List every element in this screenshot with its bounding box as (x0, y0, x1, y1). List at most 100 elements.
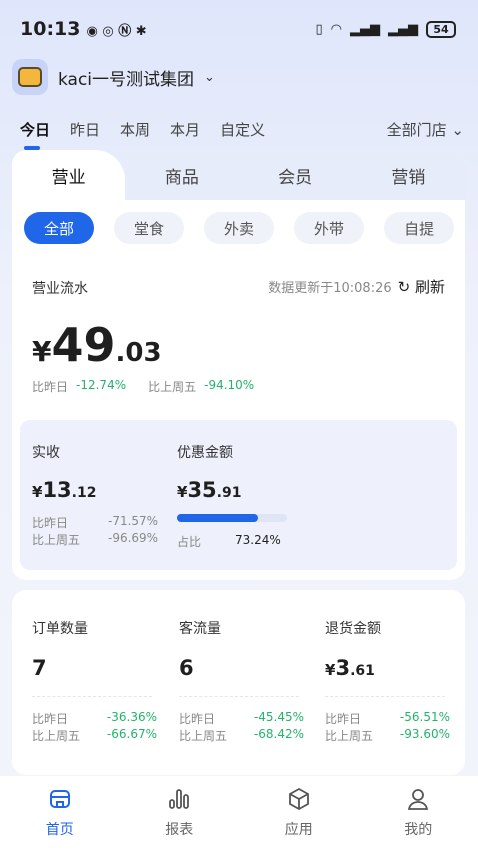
cmp-label: 比昨日 (32, 712, 69, 726)
received-discount-panel: 实收 ¥13.12 比昨日 -71.57% 比上周五 -96.69% 优惠金额 … (20, 420, 457, 570)
tab-products[interactable]: 商品 (125, 150, 238, 200)
tab-marketing[interactable]: 营销 (352, 150, 465, 200)
nav-profile[interactable]: 我的 (359, 776, 478, 850)
update-time: 数据更新于10:08:26 (268, 281, 392, 296)
battery-indicator: 54 (426, 20, 456, 38)
status-time: 10:13 (20, 18, 81, 40)
stat-row-yesterday: 比昨日 -56.51% (325, 710, 450, 727)
discount-amount: ¥35.91 (177, 478, 241, 502)
divider (325, 696, 445, 697)
period-custom[interactable]: 自定义 (220, 119, 265, 140)
vibrate-icon: ▯ (315, 21, 323, 37)
chevron-down-icon: ⌄ (451, 120, 464, 139)
store-home-icon (49, 790, 70, 808)
cmp-value: -56.51% (399, 710, 450, 724)
org-selector[interactable]: kaci一号测试集团 ⌄ (12, 58, 215, 96)
chip-takeaway[interactable]: 外带 (294, 212, 365, 244)
divider (32, 696, 152, 697)
stat-row-lastweek: 比上周五 -93.60% (325, 727, 450, 744)
stat-row-yesterday: 比昨日 -36.36% (32, 710, 157, 727)
period-month[interactable]: 本月 (170, 119, 200, 140)
cmp-yesterday-value: -12.74% (76, 378, 127, 392)
received-yesterday-label: 比昨日 (32, 516, 69, 530)
chip-pickup[interactable]: 自提 (384, 212, 455, 244)
nav-apps-label: 应用 (284, 822, 313, 838)
flow-label: 营业流水 (32, 281, 88, 297)
stat-label: 客流量 (179, 621, 221, 637)
received-lastweek-value: -96.69% (108, 531, 159, 545)
nav-reports[interactable]: 报表 (120, 776, 240, 850)
received-dec: .12 (71, 485, 97, 501)
tab-members[interactable]: 会员 (239, 150, 352, 200)
wifi-icon: ◠ (330, 21, 342, 37)
store-filter[interactable]: 全部门店 ⌄ (387, 119, 464, 140)
cmp-lastweek-value: -94.10% (204, 378, 255, 392)
refresh-button[interactable]: ↻ 刷新 (398, 276, 445, 297)
chip-all[interactable]: 全部 (24, 212, 95, 244)
chip-dine-in[interactable]: 堂食 (114, 212, 185, 244)
discount-label: 优惠金额 (177, 445, 233, 461)
nav-reports-label: 报表 (165, 822, 194, 838)
ratio-value: 73.24% (235, 533, 281, 547)
stat-value: 7 (32, 656, 47, 680)
cmp-label: 比昨日 (179, 712, 216, 726)
ratio-label: 占比 (177, 535, 202, 549)
stat-int: 7 (32, 656, 47, 680)
stat-refunds: 退货金额 ¥3.61 比昨日 -56.51% 比上周五 -93.60% (325, 590, 465, 775)
discount-currency: ¥ (177, 483, 188, 501)
stat-dec: .61 (350, 663, 375, 679)
cmp-value: -36.36% (106, 710, 157, 724)
period-week[interactable]: 本周 (120, 119, 150, 140)
stat-value: ¥3.61 (325, 656, 375, 680)
period-today[interactable]: 今日 (20, 119, 50, 150)
nav-profile-label: 我的 (404, 822, 433, 838)
user-icon (408, 789, 429, 810)
stat-value: 6 (179, 656, 194, 680)
received-amount: ¥13.12 (32, 478, 96, 502)
chart-bars-icon (169, 789, 190, 809)
received-yesterday-value: -71.57% (108, 514, 159, 528)
main-tabs: 营业 商品 会员 营销 (12, 150, 465, 200)
cmp-value: -45.45% (253, 710, 304, 724)
received-currency: ¥ (32, 483, 43, 501)
notification-icons: ◉ ◎ Ⓝ ✱ (86, 23, 147, 39)
period-yesterday[interactable]: 昨日 (70, 119, 100, 140)
discount-int: 35 (187, 478, 217, 502)
discount-ratio-fill (177, 514, 258, 522)
stat-int: 6 (179, 656, 194, 680)
chip-delivery[interactable]: 外卖 (204, 212, 275, 244)
cmp-label: 比上周五 (179, 729, 228, 743)
update-info: 数据更新于10:08:26 ↻ 刷新 (268, 276, 445, 297)
received-label: 实收 (32, 445, 60, 461)
refresh-icon: ↻ (397, 278, 411, 296)
bottom-nav: 首页 报表 应用 我的 (0, 776, 478, 850)
stat-row-lastweek: 比上周五 -68.42% (179, 727, 304, 744)
cube-icon (288, 787, 309, 811)
cmp-lastweek-label: 比上周五 (148, 380, 197, 394)
cmp-label: 比上周五 (32, 729, 81, 743)
store-filter-label: 全部门店 (386, 120, 447, 139)
flow-currency: ¥ (32, 335, 52, 368)
period-tabs: 今日 昨日 本周 本月 自定义 全部门店 ⌄ (0, 112, 478, 150)
stat-label: 订单数量 (32, 621, 88, 637)
nav-apps[interactable]: 应用 (239, 776, 359, 850)
signal-icon: ▂▄▆ (350, 21, 380, 37)
signal-icon: ▂▄▆ (388, 21, 418, 37)
cmp-label: 比上周五 (325, 729, 374, 743)
nav-home[interactable]: 首页 (0, 776, 120, 850)
stat-row-lastweek: 比上周五 -66.67% (32, 727, 157, 744)
stat-orders: 订单数量 7 比昨日 -36.36% 比上周五 -66.67% (32, 590, 172, 775)
stat-label: 退货金额 (325, 621, 381, 637)
cmp-value: -68.42% (253, 727, 304, 741)
stats-card: 订单数量 7 比昨日 -36.36% 比上周五 -66.67% 客流量 6 比昨日 -… (12, 590, 465, 775)
received-lastweek-label: 比上周五 (32, 533, 81, 547)
flow-amount-dec: .03 (115, 338, 162, 368)
divider (179, 696, 299, 697)
channel-chips: 全部 堂食 外卖 外带 自提 (24, 212, 455, 244)
cmp-value: -93.60% (399, 727, 450, 741)
stat-int: 3 (335, 656, 351, 680)
tab-business[interactable]: 营业 (12, 150, 126, 200)
flow-comparison: 比昨日 -12.74% 比上周五 -94.10% (32, 378, 254, 395)
stat-currency: ¥ (325, 661, 336, 679)
received-int: 13 (42, 478, 72, 502)
